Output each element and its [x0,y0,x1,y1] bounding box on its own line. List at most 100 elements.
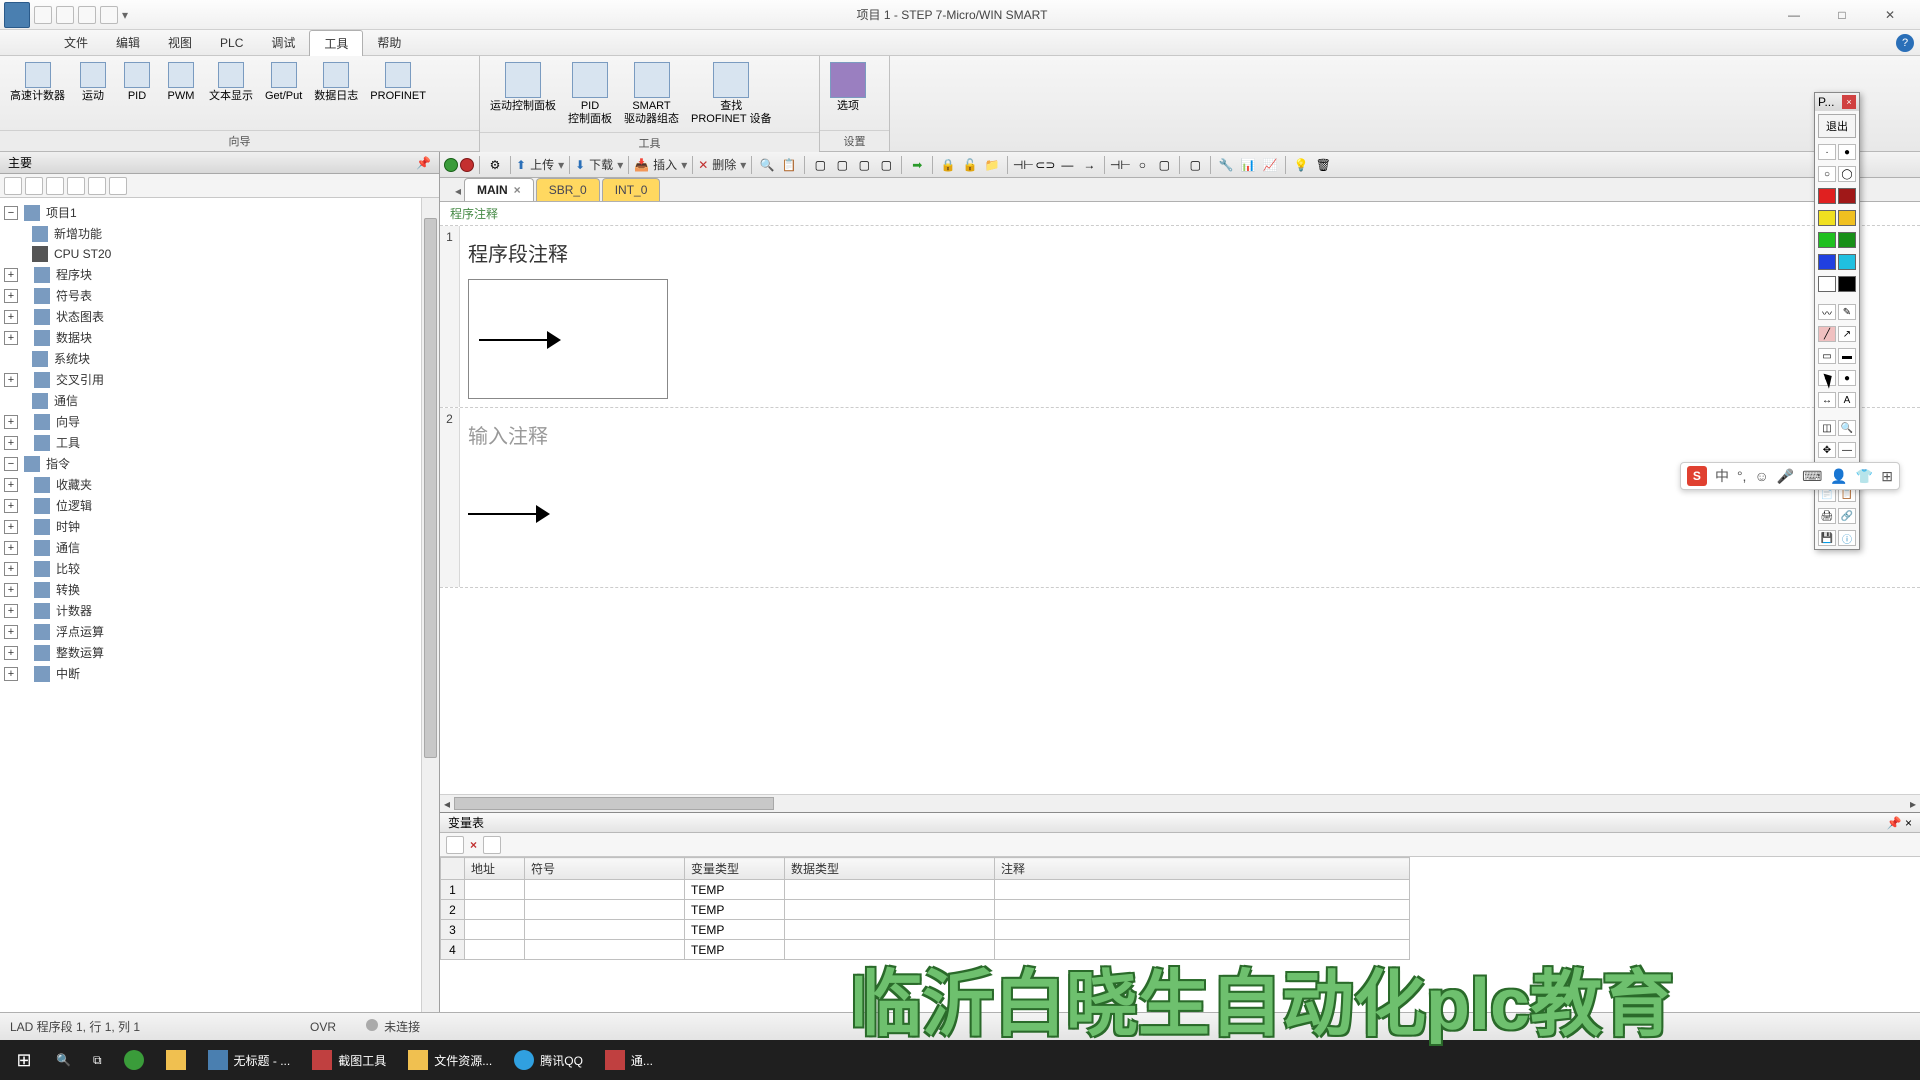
tree-int[interactable]: +整数运算 [4,642,435,663]
et-icon-3[interactable]: ▢ [810,155,830,175]
ribbon-motion-panel[interactable]: 运动控制面板 [484,60,562,115]
toolbox-exit-button[interactable]: 退出 [1818,114,1856,138]
taskbar-taskview[interactable]: ⧉ [83,1044,112,1076]
taskbar-search[interactable]: 🔍 [46,1044,81,1076]
var-pin-icon[interactable]: 📌 [1887,816,1902,830]
col-symbol[interactable]: 符号 [525,858,685,880]
et-icon-13[interactable]: ▢ [1154,155,1174,175]
ribbon-hsc[interactable]: 高速计数器 [4,60,71,105]
et-contact-icon[interactable]: ⊣⊢ [1013,155,1033,175]
save-tool-icon[interactable]: 💾 [1818,530,1836,546]
minimize-button[interactable]: — [1776,5,1812,25]
maximize-button[interactable]: □ [1824,5,1860,25]
ribbon-profinet[interactable]: PROFINET [364,60,432,105]
arrow-tool-icon[interactable]: ↗ [1838,326,1856,342]
ladder-element[interactable] [468,279,668,399]
share-tool-icon[interactable]: 🔗 [1838,508,1856,524]
close-button[interactable]: ✕ [1872,5,1908,25]
tb-btn-2[interactable] [25,177,43,195]
et-icon-1[interactable]: 🔍 [757,155,777,175]
et-icon-11[interactable]: ⊣⊢ [1110,155,1130,175]
tree-data-block[interactable]: +数据块 [4,327,435,348]
ime-logo-icon[interactable]: S [1687,466,1707,486]
et-icon-15[interactable]: 🔧 [1216,155,1236,175]
tree-float[interactable]: +浮点运算 [4,621,435,642]
insert-button[interactable]: 插入 [651,156,679,173]
fillrect-tool-icon[interactable]: ▬ [1838,348,1856,364]
tree-bit-logic[interactable]: +位逻辑 [4,495,435,516]
tree-comm[interactable]: 通信 [4,390,435,411]
tree-symbol-table[interactable]: +符号表 [4,285,435,306]
col-comment[interactable]: 注释 [995,858,1410,880]
tree-system-block[interactable]: 系统块 [4,348,435,369]
color-black[interactable] [1838,276,1856,292]
highlighter-tool-icon[interactable]: ✎ [1838,304,1856,320]
tree-instructions[interactable]: −指令 [4,453,435,474]
tree-status-chart[interactable]: +状态图表 [4,306,435,327]
et-icon-14[interactable]: ▢ [1185,155,1205,175]
rung-2[interactable]: 2 输入注释 [440,408,1920,588]
pen-tool-icon[interactable]: 〰 [1818,304,1836,320]
tab-int[interactable]: INT_0 [602,178,661,201]
help-icon[interactable]: ? [1896,34,1914,52]
menu-plc[interactable]: PLC [206,32,257,54]
editor-hscroll[interactable]: ◂ ▸ [440,794,1920,812]
et-arrow-icon[interactable]: → [1079,155,1099,175]
tab-sbr[interactable]: SBR_0 [536,178,600,201]
rect-tool-icon[interactable]: ▭ [1818,348,1836,364]
tree-interrupt[interactable]: +中断 [4,663,435,684]
variable-table[interactable]: 地址 符号 变量类型 数据类型 注释 1TEMP 2TEMP 3TEMP 4TE… [440,857,1920,1012]
menu-debug[interactable]: 调试 [257,30,309,55]
dot-small-icon[interactable]: · [1818,144,1836,160]
minus-tool-icon[interactable]: — [1838,442,1856,458]
ime-lang[interactable]: 中 [1715,466,1729,486]
program-comment[interactable]: 程序注释 [440,202,1920,226]
tree-counter[interactable]: +计数器 [4,600,435,621]
col-datatype[interactable]: 数据类型 [785,858,995,880]
var-close-icon[interactable]: × [1905,816,1912,830]
color-blue[interactable] [1818,254,1836,270]
compile-button[interactable]: ⚙ [485,155,505,175]
qat-new-icon[interactable] [34,6,52,24]
tb-btn-1[interactable] [4,177,22,195]
ime-emoji-icon[interactable]: ☺ [1754,468,1768,484]
taskbar-app-snip[interactable]: 截图工具 [302,1044,396,1076]
stop-button[interactable] [460,158,474,172]
panel-pin-icon[interactable]: 📌 [416,156,431,170]
menu-view[interactable]: 视图 [154,30,206,55]
tb-btn-4[interactable] [67,177,85,195]
et-icon-5[interactable]: ▢ [854,155,874,175]
tree-wizard[interactable]: +向导 [4,411,435,432]
tb-btn-6[interactable] [109,177,127,195]
et-icon-16[interactable]: 📊 [1238,155,1258,175]
menu-edit[interactable]: 编辑 [102,30,154,55]
tree-scrollbar[interactable] [421,198,439,1012]
qat-open-icon[interactable] [56,6,74,24]
et-icon-4[interactable]: ▢ [832,155,852,175]
delete-button[interactable]: 删除 [710,156,738,173]
text-tool-icon[interactable]: A [1838,392,1856,408]
ribbon-options[interactable]: 选项 [824,60,872,115]
taskbar-app-untitled[interactable]: 无标题 - ... [198,1044,301,1076]
taskbar-app-qq[interactable]: 腾讯QQ [504,1044,593,1076]
tree-convert[interactable]: +转换 [4,579,435,600]
tree-root[interactable]: −项目1 [4,202,435,223]
col-vartype[interactable]: 变量类型 [685,858,785,880]
download-button[interactable]: 下载 [587,156,615,173]
et-icon-7[interactable]: ➡ [907,155,927,175]
taskbar-edge[interactable] [114,1044,154,1076]
et-icon-6[interactable]: ▢ [876,155,896,175]
et-icon-17[interactable]: 📈 [1260,155,1280,175]
et-icon-19[interactable]: 🗑 [1313,155,1333,175]
tree-cpu[interactable]: CPU ST20 [4,244,435,264]
ribbon-getput[interactable]: Get/Put [259,60,308,105]
fillellipse-tool-icon[interactable]: ● [1838,370,1856,386]
color-darkred[interactable] [1838,188,1856,204]
tree-clock[interactable]: +时钟 [4,516,435,537]
taskbar-app-5[interactable]: 通... [595,1044,663,1076]
taskbar-explorer-pinned[interactable] [156,1044,196,1076]
tab-nav-left[interactable]: ◂ [452,181,464,201]
print-tool-icon[interactable]: 🖨 [1818,508,1836,524]
crop-tool-icon[interactable]: ◫ [1818,420,1836,436]
et-icon-12[interactable]: ○ [1132,155,1152,175]
